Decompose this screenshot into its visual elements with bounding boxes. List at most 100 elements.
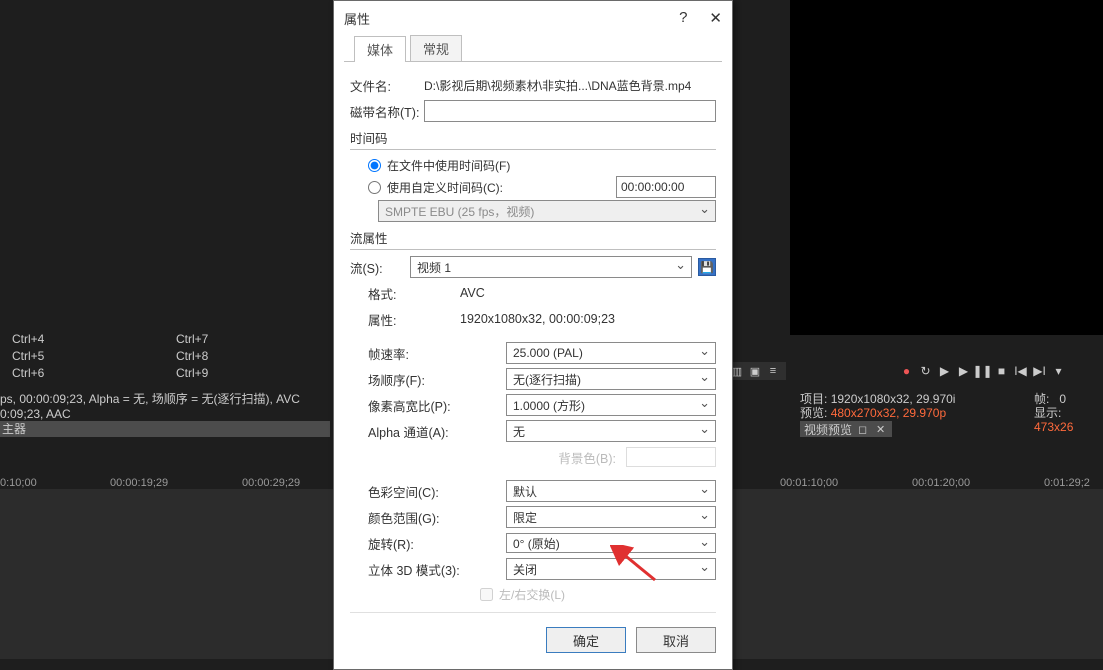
- stream-select[interactable]: 视频 1: [410, 256, 692, 278]
- close-icon[interactable]: ✕: [876, 423, 888, 435]
- timeline-tick-label: 00:01:20;00: [912, 477, 970, 489]
- left-preview-toolbar: ▥ ▣ ≡: [726, 362, 786, 380]
- use-file-timecode-radio-input[interactable]: [368, 159, 381, 172]
- project-label: 项目:: [800, 392, 827, 406]
- fieldorder-select[interactable]: 无(逐行扫描): [506, 368, 716, 390]
- attributes-label: 属性:: [350, 310, 460, 329]
- shortcut-cell: Ctrl+9: [166, 366, 328, 381]
- help-icon[interactable]: ?: [679, 9, 687, 27]
- cancel-button-label: 取消: [663, 631, 689, 650]
- end-icon[interactable]: ▾: [1052, 365, 1065, 378]
- shortcut-cell: Ctrl+4: [2, 332, 164, 347]
- format-label: 格式:: [350, 284, 460, 303]
- frames-value: 0: [1059, 392, 1066, 406]
- frame-display-info: 帧: 0 显示: 473x26: [1034, 392, 1103, 434]
- color-range-select[interactable]: 限定: [506, 506, 716, 528]
- display-value: 473x26: [1034, 420, 1073, 434]
- use-custom-timecode-row: 使用自定义时间码(C):: [350, 176, 716, 198]
- preview-label: 预览:: [800, 406, 827, 420]
- properties-dialog: 属性 ? ✕ 媒体 常规 文件名: D:\影视后期\视频素材\非实拍...\DN…: [333, 0, 733, 670]
- timeline-tick-label: 0:10;00: [0, 477, 37, 489]
- stop-icon[interactable]: ■: [995, 365, 1008, 378]
- tab-label: 常规: [423, 42, 449, 57]
- dialog-body: 文件名: D:\影视后期\视频素材\非实拍...\DNA蓝色背景.mp4 磁带名…: [334, 62, 732, 619]
- framerate-value: 25.000 (PAL): [513, 346, 583, 360]
- rotation-label: 旋转(R):: [350, 534, 460, 553]
- pixel-aspect-select[interactable]: 1.0000 (方形): [506, 394, 716, 416]
- video-preview-tab[interactable]: 视频预览 ◻ ✕: [800, 421, 892, 437]
- panel-tab[interactable]: 主器: [0, 421, 330, 437]
- filename-value: D:\影视后期\视频素材\非实拍...\DNA蓝色背景.mp4: [424, 77, 691, 94]
- video-preview-canvas: [790, 0, 1103, 335]
- play-icon[interactable]: ▶: [957, 365, 970, 378]
- dialog-title: 属性: [344, 9, 370, 28]
- overlay-icon[interactable]: ▣: [748, 364, 762, 378]
- colorspace-select[interactable]: 默认: [506, 480, 716, 502]
- media-info-line: 0:09;23, AAC: [0, 407, 330, 422]
- ok-button[interactable]: 确定: [546, 627, 626, 653]
- menu-icon[interactable]: ≡: [766, 364, 780, 378]
- next-frame-icon[interactable]: ▶I: [1033, 365, 1046, 378]
- stereo3d-label: 立体 3D 模式(3):: [350, 560, 460, 579]
- media-info-line: ps, 00:00:09;23, Alpha = 无, 场顺序 = 无(逐行扫描…: [0, 392, 330, 407]
- use-file-timecode-radio[interactable]: 在文件中使用时间码(F): [350, 154, 716, 176]
- custom-timecode-input[interactable]: [616, 176, 716, 198]
- timeline-tick-label: 0:01:29;2: [1044, 477, 1090, 489]
- timeline-tick-label: 00:00:29;29: [242, 477, 300, 489]
- colorspace-label: 色彩空间(C):: [350, 482, 460, 501]
- use-custom-timecode-label: 使用自定义时间码(C):: [387, 179, 503, 196]
- cancel-button[interactable]: 取消: [636, 627, 716, 653]
- timeline-tick-label: 00:01:10;00: [780, 477, 838, 489]
- panel-tab-label: 主器: [2, 422, 26, 436]
- timeline-tick-label: 00:00:19;29: [110, 477, 168, 489]
- preview-value: 480x270x32, 29.970p: [831, 406, 946, 420]
- dialog-footer: 确定 取消: [334, 619, 732, 669]
- swap-lr-label: 左/右交换(L): [499, 586, 565, 603]
- fieldorder-value: 无(逐行扫描): [513, 371, 581, 388]
- timecode-format-value: SMPTE EBU (25 fps，视频): [385, 203, 534, 220]
- close-icon[interactable]: ✕: [709, 9, 722, 27]
- shortcut-cell: Ctrl+7: [166, 332, 328, 347]
- alpha-channel-value: 无: [513, 423, 525, 440]
- pixel-aspect-value: 1.0000 (方形): [513, 397, 585, 414]
- stereo3d-select[interactable]: 关闭: [506, 558, 716, 580]
- shortcut-cell: Ctrl+5: [2, 349, 164, 364]
- tab-general[interactable]: 常规: [410, 35, 462, 61]
- restore-icon[interactable]: ◻: [858, 423, 870, 435]
- tape-name-label: 磁带名称(T):: [350, 102, 424, 121]
- save-icon[interactable]: 💾: [698, 258, 716, 276]
- rotation-value: 0° (原始): [513, 535, 560, 552]
- transport-bar: ● ↻ ▶ ▶ ❚❚ ■ I◀ ▶I ▾: [900, 362, 1103, 380]
- alpha-channel-select[interactable]: 无: [506, 420, 716, 442]
- use-custom-timecode-radio-input[interactable]: [368, 181, 381, 194]
- pause-icon[interactable]: ❚❚: [976, 365, 989, 378]
- use-file-timecode-label: 在文件中使用时间码(F): [387, 157, 510, 174]
- stream-label: 流(S):: [350, 258, 410, 277]
- color-range-label: 颜色范围(G):: [350, 508, 460, 527]
- background-color-swatch: [626, 447, 716, 467]
- stream-section-header: 流属性: [350, 228, 716, 250]
- record-icon[interactable]: ●: [900, 365, 913, 378]
- dialog-titlebar[interactable]: 属性 ? ✕: [334, 1, 732, 35]
- project-info: 项目: 1920x1080x32, 29.970i 预览: 480x270x32…: [800, 392, 955, 420]
- frames-label: 帧:: [1034, 392, 1049, 406]
- rotation-select[interactable]: 0° (原始): [506, 533, 716, 553]
- alpha-channel-label: Alpha 通道(A):: [350, 422, 460, 441]
- swap-lr-checkbox: [480, 588, 493, 601]
- timecode-format-select: SMPTE EBU (25 fps，视频): [378, 200, 716, 222]
- loop-icon[interactable]: ↻: [919, 365, 932, 378]
- play-from-start-icon[interactable]: ▶: [938, 365, 951, 378]
- prev-frame-icon[interactable]: I◀: [1014, 365, 1027, 378]
- shortcut-cell: Ctrl+8: [166, 349, 328, 364]
- timecode-section-header: 时间码: [350, 128, 716, 150]
- project-value: 1920x1080x32, 29.970i: [831, 392, 956, 406]
- colorspace-value: 默认: [513, 483, 537, 500]
- tab-media[interactable]: 媒体: [354, 36, 406, 62]
- filename-label: 文件名:: [350, 76, 424, 95]
- shortcut-cell: Ctrl+6: [2, 366, 164, 381]
- framerate-select[interactable]: 25.000 (PAL): [506, 342, 716, 364]
- attributes-value: 1920x1080x32, 00:00:09;23: [460, 312, 615, 326]
- video-preview-tab-label: 视频预览: [804, 421, 852, 438]
- stereo3d-value: 关闭: [513, 561, 537, 578]
- tape-name-input[interactable]: [424, 100, 716, 122]
